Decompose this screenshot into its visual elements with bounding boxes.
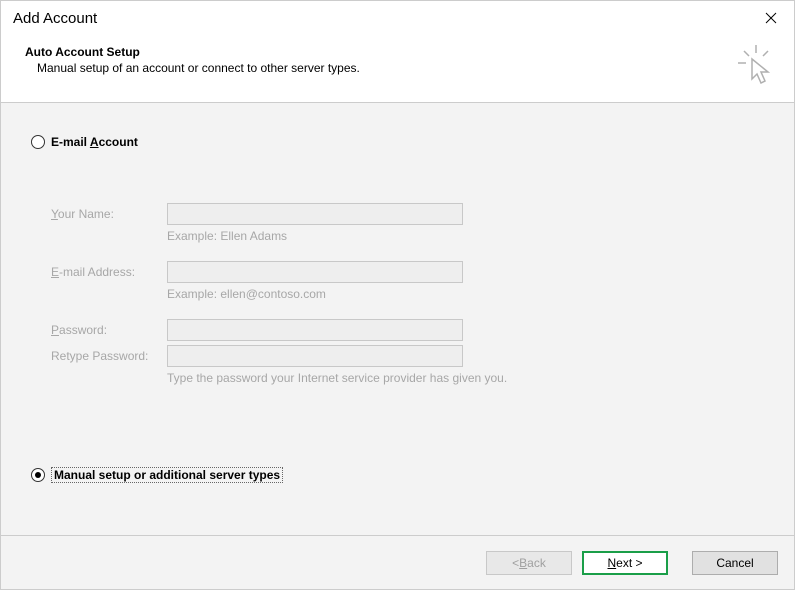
wizard-header-text: Auto Account Setup Manual setup of an ac… [25, 45, 360, 75]
your-name-label: Your Name: [51, 207, 167, 221]
radio-icon [31, 135, 45, 149]
back-button: < Back [486, 551, 572, 575]
wizard-heading: Auto Account Setup [25, 45, 360, 59]
retype-password-label: Retype Password: [51, 349, 167, 363]
radio-manual-setup[interactable]: Manual setup or additional server types [31, 467, 774, 483]
email-address-label: E-mail Address: [51, 265, 167, 279]
cancel-button[interactable]: Cancel [692, 551, 778, 575]
window-title: Add Account [13, 10, 97, 27]
radio-email-label: E-mail Account [51, 135, 138, 149]
close-icon [765, 12, 777, 24]
email-address-row: E-mail Address: [51, 261, 774, 283]
email-form: Your Name: Example: Ellen Adams E-mail A… [51, 203, 774, 385]
email-address-input [167, 261, 463, 283]
password-hint: Type the password your Internet service … [167, 371, 774, 385]
password-label: Password: [51, 323, 167, 337]
email-address-hint: Example: ellen@contoso.com [167, 287, 774, 301]
your-name-row: Your Name: [51, 203, 774, 225]
titlebar: Add Account [1, 1, 794, 35]
close-button[interactable] [756, 3, 786, 33]
cursor-icon [738, 45, 774, 88]
add-account-dialog: Add Account Auto Account Setup Manual se… [0, 0, 795, 590]
password-input [167, 319, 463, 341]
your-name-input [167, 203, 463, 225]
radio-manual-label: Manual setup or additional server types [51, 467, 283, 483]
radio-icon-selected [31, 468, 45, 482]
wizard-body: E-mail Account Your Name: Example: Ellen… [1, 103, 794, 535]
retype-password-row: Retype Password: [51, 345, 774, 367]
wizard-subtext: Manual setup of an account or connect to… [37, 61, 360, 75]
radio-email-account[interactable]: E-mail Account [31, 135, 774, 149]
retype-password-input [167, 345, 463, 367]
password-row: Password: [51, 319, 774, 341]
wizard-header: Auto Account Setup Manual setup of an ac… [1, 35, 794, 102]
your-name-hint: Example: Ellen Adams [167, 229, 774, 243]
next-button[interactable]: Next > [582, 551, 668, 575]
wizard-footer: < Back Next > Cancel [1, 535, 794, 589]
